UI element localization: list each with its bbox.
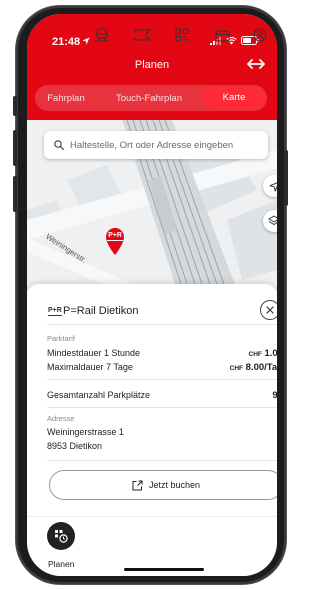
volume-down-button bbox=[13, 176, 17, 212]
divider bbox=[47, 460, 277, 461]
book-now-button[interactable]: Jetzt buchen bbox=[49, 470, 277, 500]
mute-switch bbox=[13, 96, 17, 116]
tab-trains[interactable] bbox=[91, 24, 113, 46]
address-label: Adresse bbox=[47, 414, 75, 423]
map-pin-icon bbox=[106, 228, 124, 255]
search-placeholder: Haltestelle, Ort oder Adresse eingeben bbox=[70, 139, 234, 151]
qr-code-icon bbox=[175, 28, 189, 42]
tab-planen[interactable] bbox=[47, 522, 75, 550]
app-screen: 21:48 Planen Fahrplan Touch-Fahrplan Kar… bbox=[27, 14, 277, 576]
external-link-icon bbox=[132, 480, 143, 490]
tab-karte[interactable]: Karte bbox=[203, 87, 265, 109]
location-arrow-icon bbox=[82, 37, 90, 45]
ticket-icon bbox=[134, 29, 150, 41]
max-duration-row: Maximaldauer 7 Tage CHF 8.00/Tag bbox=[47, 362, 277, 373]
train-icon bbox=[95, 28, 109, 42]
park-ride-logo: P+R bbox=[48, 307, 62, 316]
location-arrow-icon bbox=[269, 181, 277, 191]
address-line-2: 8953 Dietikon bbox=[47, 441, 103, 451]
total-spaces-value: 97 bbox=[272, 390, 277, 401]
facility-title: P=Rail Dietikon bbox=[63, 305, 139, 317]
search-icon bbox=[54, 140, 64, 150]
tab-planen-label: Planen bbox=[48, 559, 75, 569]
max-duration-price: CHF 8.00/Tag bbox=[229, 362, 277, 373]
search-input[interactable]: Haltestelle, Ort oder Adresse eingeben bbox=[44, 131, 268, 159]
divider bbox=[47, 407, 277, 408]
profile-icon bbox=[253, 28, 267, 42]
min-duration-row: Mindestdauer 1 Stunde CHF 1.00 bbox=[47, 348, 278, 359]
page-title: Planen bbox=[134, 59, 170, 71]
tariff-label: Parktarif bbox=[47, 334, 75, 343]
tab-tickets[interactable] bbox=[131, 24, 153, 46]
swap-arrows-icon[interactable] bbox=[247, 57, 265, 71]
total-spaces-row: Gesamtanzahl Parkplätze 97 bbox=[47, 390, 277, 401]
power-button bbox=[284, 150, 288, 206]
tab-profile[interactable] bbox=[249, 24, 271, 46]
divider bbox=[47, 324, 277, 325]
volume-up-button bbox=[13, 130, 17, 166]
layers-icon bbox=[268, 215, 277, 225]
close-icon bbox=[266, 306, 274, 314]
marker-label: P+R bbox=[107, 232, 123, 241]
home-indicator bbox=[124, 568, 204, 571]
status-time: 21:48 bbox=[52, 36, 81, 48]
tab-fahrplan[interactable]: Fahrplan bbox=[35, 93, 97, 104]
min-duration-price: CHF 1.00 bbox=[248, 348, 278, 359]
divider bbox=[47, 379, 277, 380]
book-now-label: Jetzt buchen bbox=[148, 480, 201, 490]
tab-wallet[interactable] bbox=[211, 24, 233, 46]
close-button[interactable] bbox=[260, 300, 277, 320]
view-segmented-control: Fahrplan Touch-Fahrplan Karte bbox=[35, 85, 267, 111]
total-spaces-label: Gesamtanzahl Parkplätze bbox=[47, 390, 151, 400]
wallet-icon bbox=[214, 29, 230, 42]
max-duration-label: Maximaldauer 7 Tage bbox=[47, 362, 133, 372]
tab-touch-fahrplan[interactable]: Touch-Fahrplan bbox=[97, 93, 201, 104]
min-duration-label: Mindestdauer 1 Stunde bbox=[47, 348, 141, 358]
park-ride-marker[interactable]: P+R bbox=[104, 226, 126, 256]
tab-qr-code[interactable] bbox=[171, 24, 193, 46]
address-line-1: Weiningerstrasse 1 bbox=[47, 427, 124, 437]
planen-icon bbox=[55, 530, 68, 543]
